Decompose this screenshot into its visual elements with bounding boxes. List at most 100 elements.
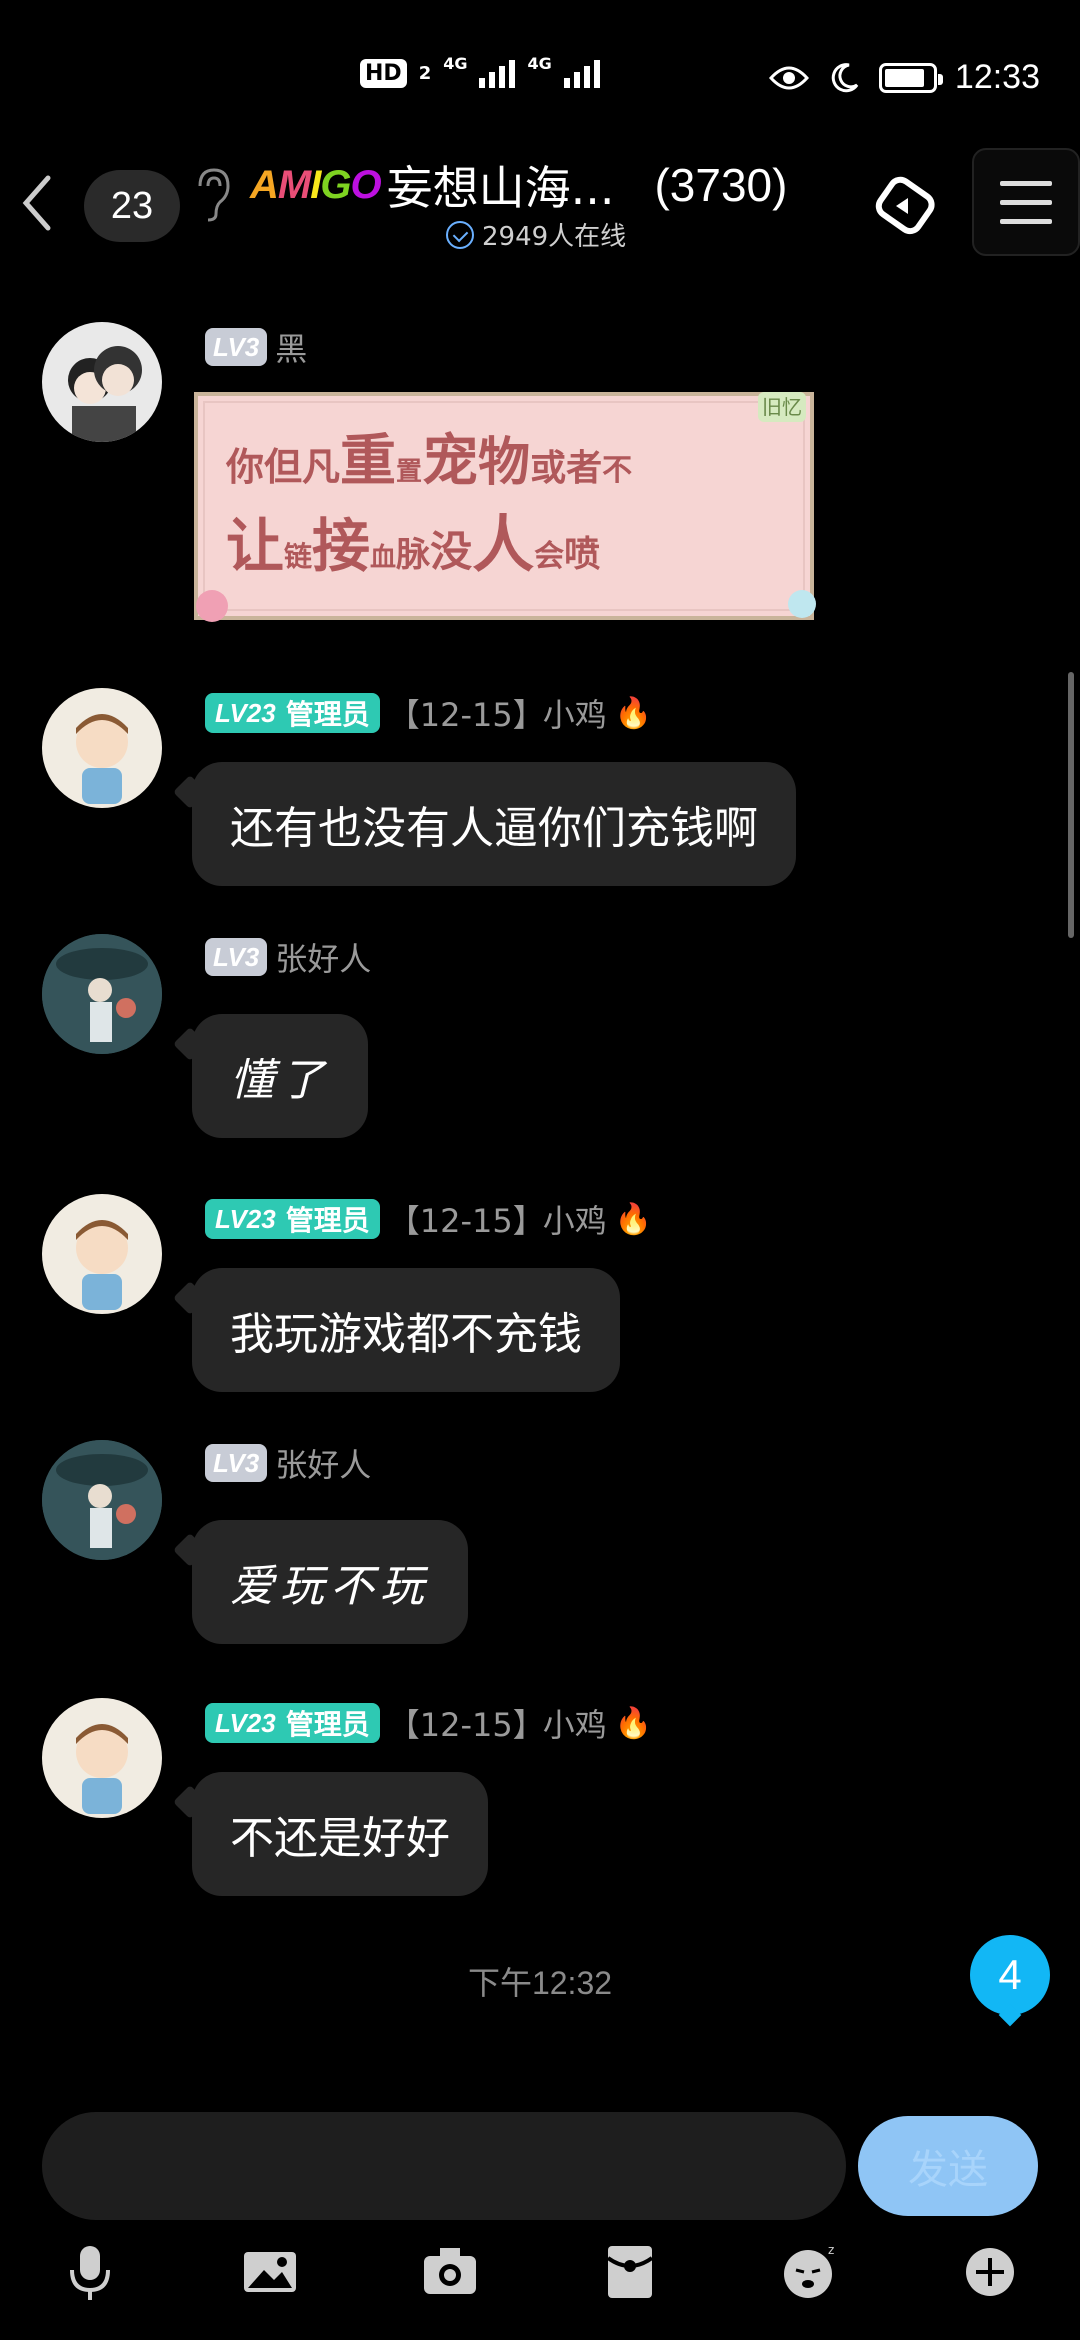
message-meta: LV3 张好人 (205, 1440, 371, 1486)
unread-count-badge[interactable]: 23 (84, 170, 180, 242)
sender-name[interactable]: 黑 (275, 324, 307, 370)
ear-icon[interactable] (190, 164, 234, 224)
sender-name[interactable]: 小鸡 (543, 1700, 607, 1746)
sender-name[interactable]: 张好人 (275, 934, 371, 980)
share-icon[interactable] (868, 168, 944, 244)
sticker-char: 链 (284, 540, 312, 573)
network-type-1: 4G (443, 53, 468, 73)
avatar[interactable] (42, 934, 162, 1054)
hd-badge: HD (360, 58, 407, 88)
admin-badge: LV23 管理员 (205, 693, 380, 733)
admin-badge: LV23 管理员 (205, 1703, 380, 1743)
eye-icon (768, 66, 809, 89)
emoji-icon[interactable]: z (778, 2240, 842, 2304)
menu-line (1000, 199, 1052, 205)
network-type-2: 4G (527, 53, 552, 73)
chat-message: LV3 黑 旧忆 你但凡重置宠物或者不 让链接血脉没人会喷 (0, 300, 1080, 660)
message-bubble[interactable]: 懂了 (192, 1014, 368, 1138)
message-bubble[interactable]: 还有也没有人逼你们充钱啊 (192, 762, 796, 886)
level-badge: LV3 (205, 328, 268, 366)
scrollbar[interactable] (1068, 672, 1074, 938)
signal-icon-2 (563, 58, 600, 88)
level-badge: LV3 (205, 938, 268, 976)
sticker-char: 宠 (422, 428, 478, 494)
message-bubble[interactable]: 不还是好好 (192, 1772, 488, 1896)
message-input[interactable] (42, 2112, 846, 2220)
sender-title: 【12-15】 (387, 696, 545, 734)
sticker-char: 你 (225, 444, 264, 489)
sticker-char: 不 (602, 453, 632, 488)
sticker-char: 人 (472, 508, 534, 581)
sticker-char: 让 (226, 512, 284, 580)
sender-title: 【12-15】 (387, 1706, 545, 1744)
sticker-char: 血 (370, 543, 396, 573)
fire-icon: 🔥 (614, 1201, 653, 1237)
image-icon[interactable] (238, 2240, 302, 2304)
message-meta: LV3 张好人 (205, 934, 371, 980)
sticker-char: 喷 (564, 533, 600, 575)
sticker-char: 但 (264, 444, 302, 489)
sender-name[interactable]: 小鸡 (543, 1196, 607, 1242)
sticker-tag: 旧忆 (762, 395, 802, 419)
sticker-char: 接 (312, 512, 370, 580)
sticker-char: 没 (430, 527, 472, 576)
message-bubble[interactable]: 我玩游戏都不充钱 (192, 1268, 620, 1392)
message-meta: LV23 管理员 【12-15】 小鸡 🔥 (205, 1196, 652, 1242)
status-right: 12:33 (768, 58, 1040, 97)
sticker-char: 会 (534, 539, 564, 574)
avatar[interactable] (42, 688, 162, 808)
online-status: 2949人在线 (446, 216, 626, 253)
fire-icon: 🔥 (614, 695, 653, 731)
plus-icon[interactable] (958, 2240, 1022, 2304)
sticker-char: 者 (566, 447, 602, 489)
sender-name[interactable]: 小鸡 (543, 690, 607, 736)
online-count: 2949人在线 (482, 222, 627, 252)
message-timestamp: 下午12:32 (467, 1965, 613, 2001)
chat-header: 23 AMIGO 妄想山海... (3730) 2949人在线 (0, 148, 1080, 270)
svg-text:z: z (828, 2243, 834, 2257)
sticker-char: 置 (396, 457, 422, 487)
status-left: HD 2 4G 4G (360, 54, 600, 88)
sticker-image[interactable]: 旧忆 你但凡重置宠物或者不 让链接血脉没人会喷 (190, 388, 818, 624)
avatar[interactable] (42, 1194, 162, 1314)
avatar[interactable] (42, 1440, 162, 1560)
message-meta: LV23 管理员 【12-15】 小鸡 🔥 (205, 690, 652, 736)
sticker-char: 凡 (302, 444, 340, 489)
mic-icon[interactable] (58, 2240, 122, 2304)
menu-line (1000, 180, 1052, 186)
sender-title: 【12-15】 (387, 1202, 545, 1240)
message-meta: LV3 黑 (205, 324, 307, 370)
composer: 发送 (0, 2112, 1080, 2222)
sticker-char: 或 (530, 447, 566, 489)
member-count: (3730) (654, 159, 788, 211)
back-icon[interactable] (16, 170, 56, 236)
menu-line (1000, 218, 1052, 224)
camera-icon[interactable] (418, 2240, 482, 2304)
avatar[interactable] (42, 322, 162, 442)
signal-icon (479, 58, 516, 88)
group-name: 妄想山海... (386, 161, 615, 215)
brand-logo: AMIGO (250, 162, 382, 207)
status-bar: HD 2 4G 4G 12:33 (0, 0, 1080, 150)
sticker-char: 物 (478, 432, 530, 493)
verified-icon (446, 220, 474, 249)
input-toolbar: z (0, 2240, 1080, 2320)
send-button[interactable]: 发送 (858, 2116, 1038, 2216)
battery-icon (878, 62, 943, 93)
message-bubble[interactable]: 爱玩不玩 (192, 1520, 468, 1644)
message-meta: LV23 管理员 【12-15】 小鸡 🔥 (205, 1700, 652, 1746)
moon-icon (831, 62, 859, 92)
sender-name[interactable]: 张好人 (275, 1440, 371, 1486)
sticker-char: 脉 (396, 535, 431, 575)
avatar[interactable] (42, 1698, 162, 1818)
sticker-char: 重 (340, 428, 396, 494)
admin-badge: LV23 管理员 (205, 1199, 380, 1239)
new-message-badge[interactable]: 4 (970, 1935, 1050, 2015)
group-title[interactable]: AMIGO 妄想山海... (3730) (250, 152, 787, 218)
fire-icon: 🔥 (614, 1705, 653, 1741)
hd-sub: 2 (418, 62, 432, 84)
red-packet-icon[interactable] (598, 2240, 662, 2304)
level-badge: LV3 (205, 1444, 268, 1482)
menu-button[interactable] (972, 148, 1080, 256)
clock: 12:33 (954, 58, 1040, 96)
